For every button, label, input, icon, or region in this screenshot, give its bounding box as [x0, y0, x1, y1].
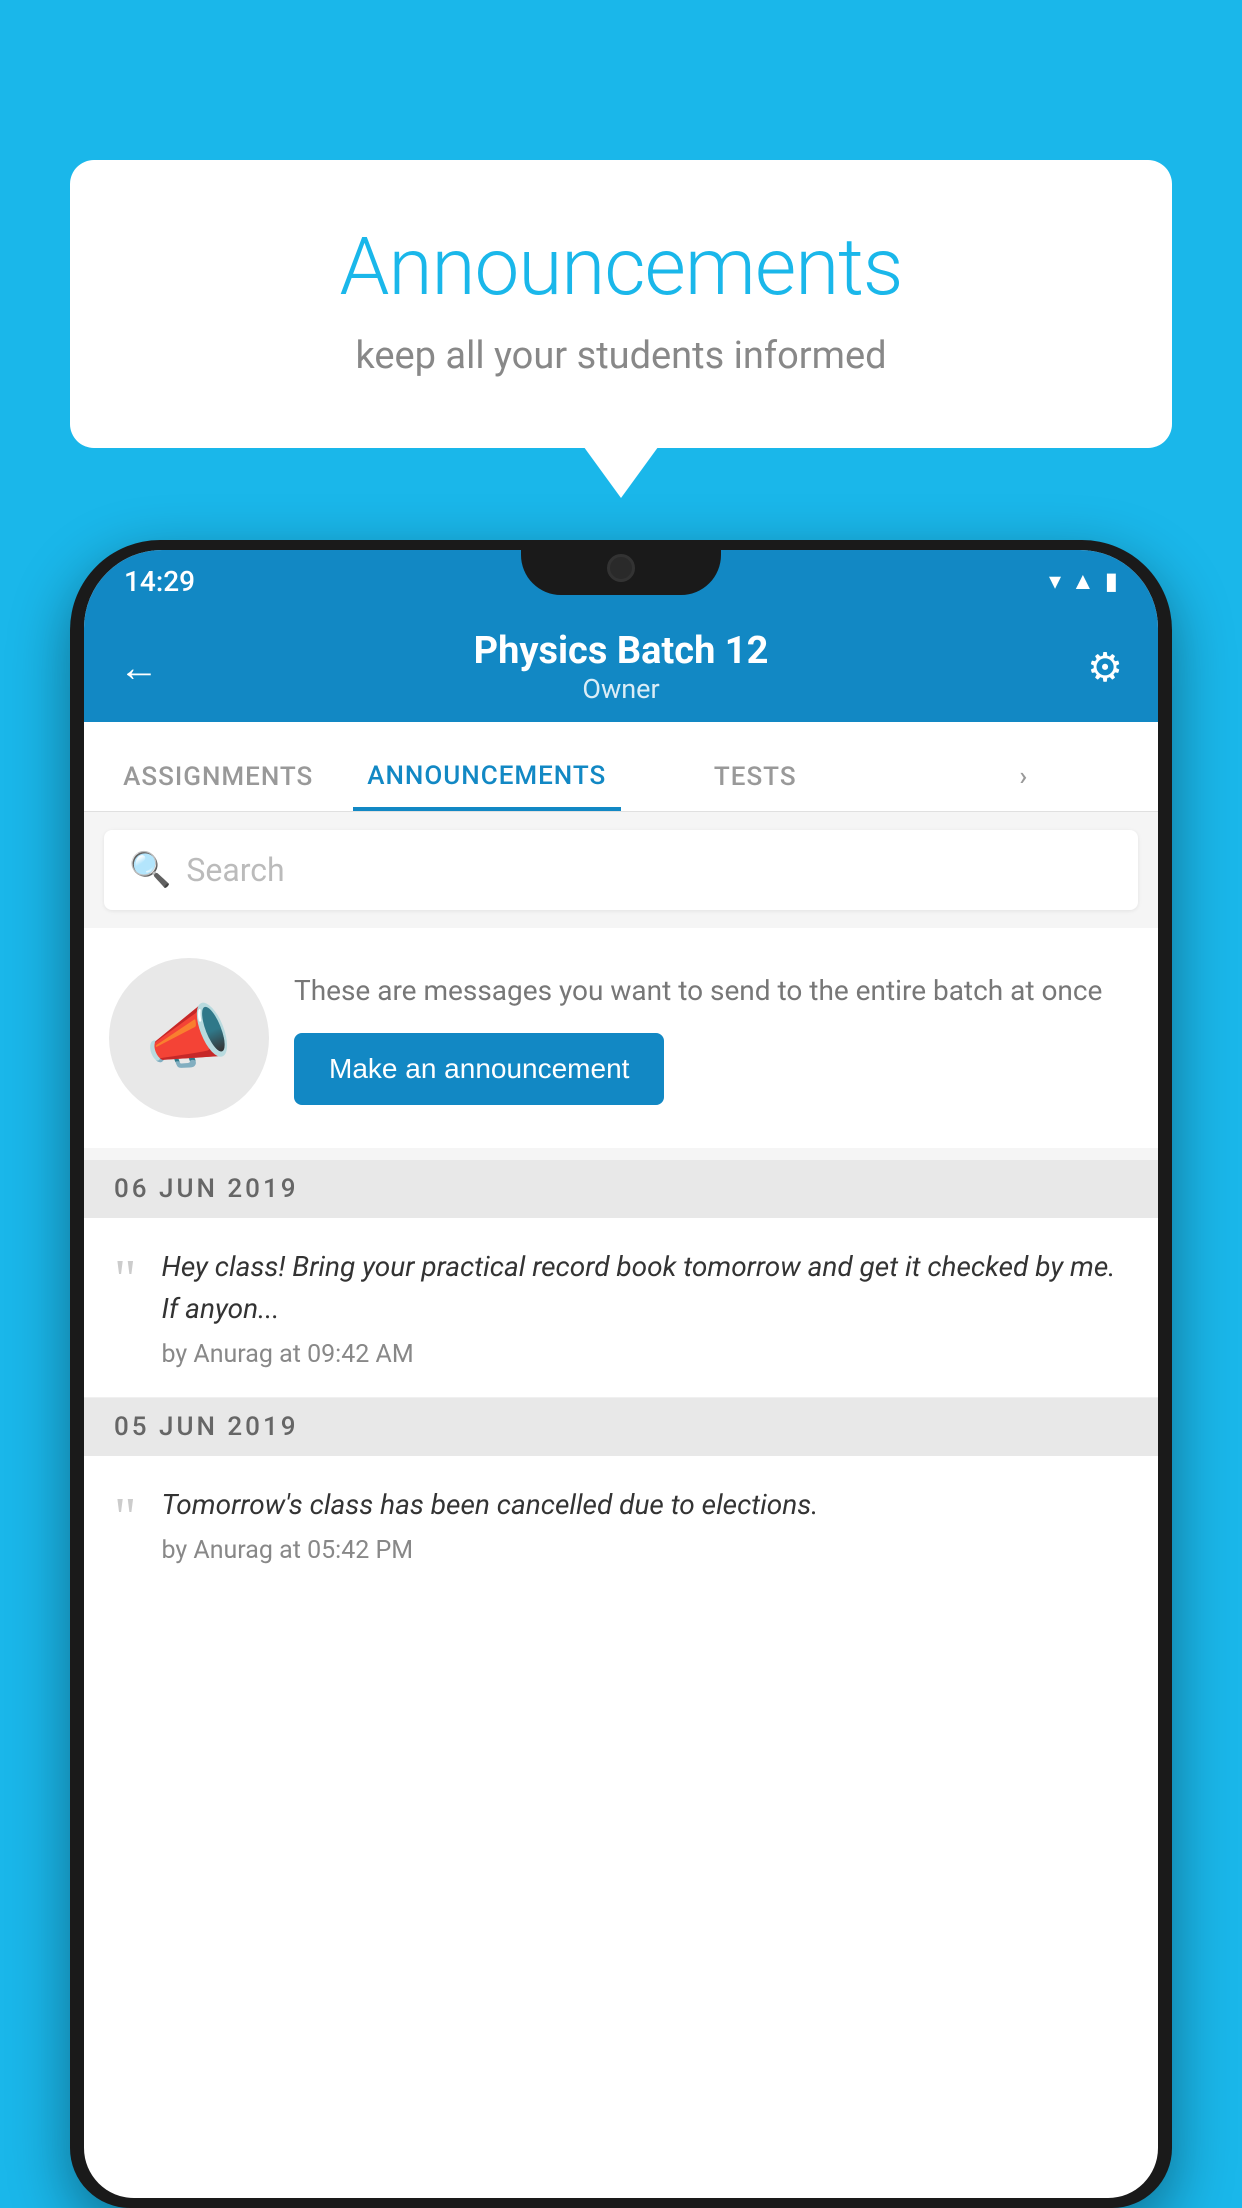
- search-icon: 🔍: [129, 850, 171, 890]
- promo-content: These are messages you want to send to t…: [294, 971, 1133, 1104]
- battery-icon: ▮: [1105, 567, 1118, 595]
- announcement-promo: 📣 These are messages you want to send to…: [84, 928, 1158, 1148]
- top-nav: ← Physics Batch 12 Owner ⚙: [84, 612, 1158, 722]
- tabs-bar: ASSIGNMENTS ANNOUNCEMENTS TESTS ›: [84, 722, 1158, 812]
- phone-notch: [521, 540, 721, 595]
- camera: [607, 554, 635, 582]
- announcement-item-1[interactable]: " Hey class! Bring your practical record…: [84, 1218, 1158, 1398]
- announcement-item-2[interactable]: " Tomorrow's class has been cancelled du…: [84, 1456, 1158, 1593]
- search-placeholder: Search: [186, 851, 284, 889]
- nav-title-container: Physics Batch 12 Owner: [189, 629, 1053, 705]
- tab-assignments[interactable]: ASSIGNMENTS: [84, 722, 353, 811]
- speech-bubble-card: Announcements keep all your students inf…: [70, 160, 1172, 448]
- speech-bubble-section: Announcements keep all your students inf…: [70, 160, 1172, 448]
- date-separator-1: 06 JUN 2019: [84, 1160, 1158, 1218]
- main-subtitle: keep all your students informed: [150, 334, 1092, 378]
- tab-more[interactable]: ›: [890, 722, 1159, 811]
- tab-announcements[interactable]: ANNOUNCEMENTS: [353, 722, 622, 811]
- phone-mockup: 14:29 ▾ ▲ ▮ ← Physics Batch 12 Owner ⚙: [70, 540, 1172, 2208]
- search-bar[interactable]: 🔍 Search: [104, 830, 1138, 910]
- announcement-text-1: Hey class! Bring your practical record b…: [161, 1246, 1128, 1369]
- announcement-body-2: Tomorrow's class has been cancelled due …: [161, 1484, 1128, 1526]
- promo-icon-circle: 📣: [109, 958, 269, 1118]
- nav-subtitle: Owner: [189, 673, 1053, 705]
- announcement-text-2: Tomorrow's class has been cancelled due …: [161, 1484, 1128, 1565]
- back-button[interactable]: ←: [119, 644, 189, 691]
- quote-icon-1: ": [114, 1251, 136, 1306]
- megaphone-icon: 📣: [145, 997, 232, 1079]
- promo-description: These are messages you want to send to t…: [294, 971, 1133, 1010]
- quote-icon-2: ": [114, 1489, 136, 1544]
- settings-icon[interactable]: ⚙: [1053, 644, 1123, 691]
- nav-title: Physics Batch 12: [189, 629, 1053, 673]
- phone-frame: 14:29 ▾ ▲ ▮ ← Physics Batch 12 Owner ⚙: [70, 540, 1172, 2208]
- status-icons: ▾ ▲ ▮: [1049, 567, 1118, 596]
- content-area: 🔍 Search 📣 These are messages you want t…: [84, 812, 1158, 1593]
- announcement-meta-2: by Anurag at 05:42 PM: [161, 1536, 1128, 1565]
- signal-icon: ▲: [1071, 567, 1095, 596]
- tab-tests[interactable]: TESTS: [621, 722, 890, 811]
- announcement-meta-1: by Anurag at 09:42 AM: [161, 1340, 1128, 1369]
- phone-screen: 14:29 ▾ ▲ ▮ ← Physics Batch 12 Owner ⚙: [84, 550, 1158, 2198]
- main-title: Announcements: [150, 220, 1092, 314]
- make-announcement-button[interactable]: Make an announcement: [294, 1033, 664, 1105]
- date-separator-2: 05 JUN 2019: [84, 1398, 1158, 1456]
- wifi-icon: ▾: [1049, 567, 1061, 595]
- status-time: 14:29: [124, 565, 195, 598]
- announcement-body-1: Hey class! Bring your practical record b…: [161, 1246, 1128, 1330]
